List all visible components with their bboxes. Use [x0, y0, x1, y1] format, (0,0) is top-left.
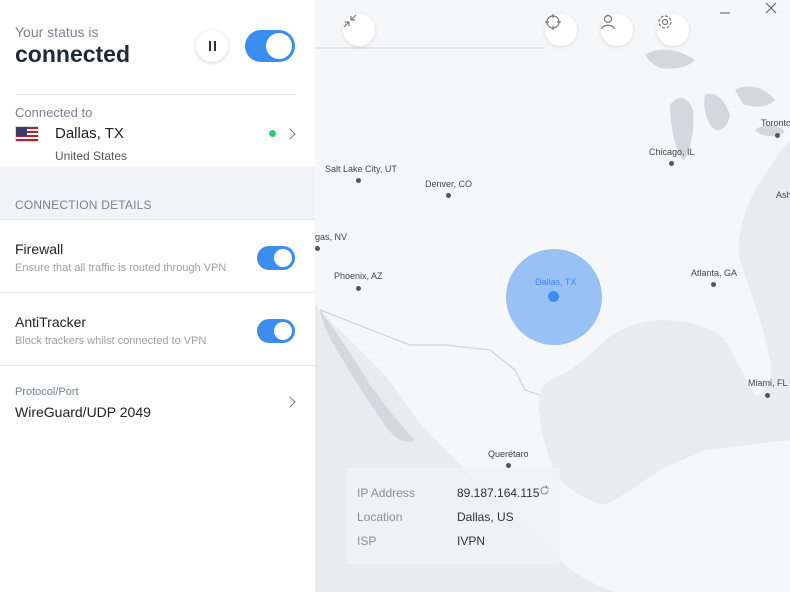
firewall-desc: Ensure that all traffic is routed throug… [15, 262, 227, 274]
firewall-title: Firewall [15, 241, 64, 257]
map-city-label: Querétaro [488, 449, 529, 459]
chevron-right-icon[interactable] [284, 128, 296, 140]
collapse-icon [343, 14, 357, 28]
toggle-knob [274, 249, 292, 267]
map-city-dot[interactable] [446, 193, 451, 198]
antitracker-desc: Block trackers whilst connected to VPN [15, 335, 207, 347]
map-city-dot[interactable] [356, 178, 361, 183]
map-city-label: Toronto [761, 118, 790, 128]
account-button[interactable] [601, 14, 633, 46]
map-city-dot[interactable] [765, 393, 770, 398]
user-icon [601, 14, 615, 30]
divider [0, 365, 315, 366]
pause-button[interactable] [196, 30, 228, 62]
gear-icon [658, 15, 672, 29]
connection-info-box: IP Address 89.187.164.115 Location Dalla… [347, 468, 560, 564]
us-flag-icon [15, 126, 39, 142]
connected-status-dot [269, 130, 276, 137]
protocol-label: Protocol/Port [15, 386, 79, 398]
toggle-knob [274, 322, 292, 340]
status-label: Your status is [15, 24, 99, 40]
section-title: CONNECTION DETAILS [15, 198, 152, 212]
map-city-label: Ash [776, 190, 790, 200]
divider [0, 292, 315, 293]
antitracker-toggle[interactable] [257, 319, 295, 343]
connected-to-label: Connected to [15, 105, 93, 120]
divider [15, 94, 295, 95]
map-city-label: Denver, CO [425, 179, 473, 189]
firewall-toggle[interactable] [257, 246, 295, 270]
map-city-dot[interactable] [356, 286, 361, 291]
divider [0, 219, 315, 220]
current-location-marker[interactable] [548, 291, 559, 302]
pause-icon [208, 41, 211, 51]
location-value: Dallas, US [457, 510, 514, 524]
connect-toggle[interactable] [245, 30, 295, 62]
toggle-knob [266, 33, 292, 59]
map-city-dot[interactable] [315, 246, 320, 251]
map-city-label: Miami, FL [748, 378, 788, 388]
settings-button[interactable] [657, 14, 689, 46]
map-city-dot[interactable] [775, 133, 780, 138]
center-location-button[interactable] [545, 14, 577, 46]
location-label: Location [357, 510, 403, 524]
map-city-label: Atlanta, GA [691, 268, 738, 278]
map-city-dot[interactable] [711, 282, 716, 287]
status-panel: Your status is connected Connected to Da… [0, 0, 315, 592]
server-city[interactable]: Dallas, TX [55, 125, 124, 142]
ip-label: IP Address [357, 486, 415, 500]
server-country: United States [55, 149, 128, 163]
map-city-label: Salt Lake City, UT [325, 164, 397, 174]
current-location-label: Dallas, TX [535, 277, 577, 287]
chevron-right-icon[interactable] [284, 396, 296, 408]
crosshair-icon [545, 14, 561, 30]
status-value: connected [15, 41, 131, 67]
map-city-dot[interactable] [669, 161, 674, 166]
protocol-value[interactable]: WireGuard/UDP 2049 [15, 404, 151, 420]
isp-label: ISP [357, 534, 377, 548]
map-view[interactable]: Salt Lake City, UT Denver, CO gas, NV Ph… [315, 0, 790, 592]
pause-icon-bar [213, 41, 216, 51]
ip-value: 89.187.164.115 [457, 486, 540, 500]
map-city-label: gas, NV [315, 232, 348, 242]
collapse-button[interactable] [343, 14, 375, 46]
map-city-label: Phoenix, AZ [334, 271, 383, 281]
isp-value: IVPN [457, 534, 486, 548]
antitracker-title: AntiTracker [15, 314, 87, 330]
minimize-icon [720, 12, 730, 14]
map-city-label: Chicago, IL [649, 147, 695, 157]
close-icon [765, 2, 777, 14]
